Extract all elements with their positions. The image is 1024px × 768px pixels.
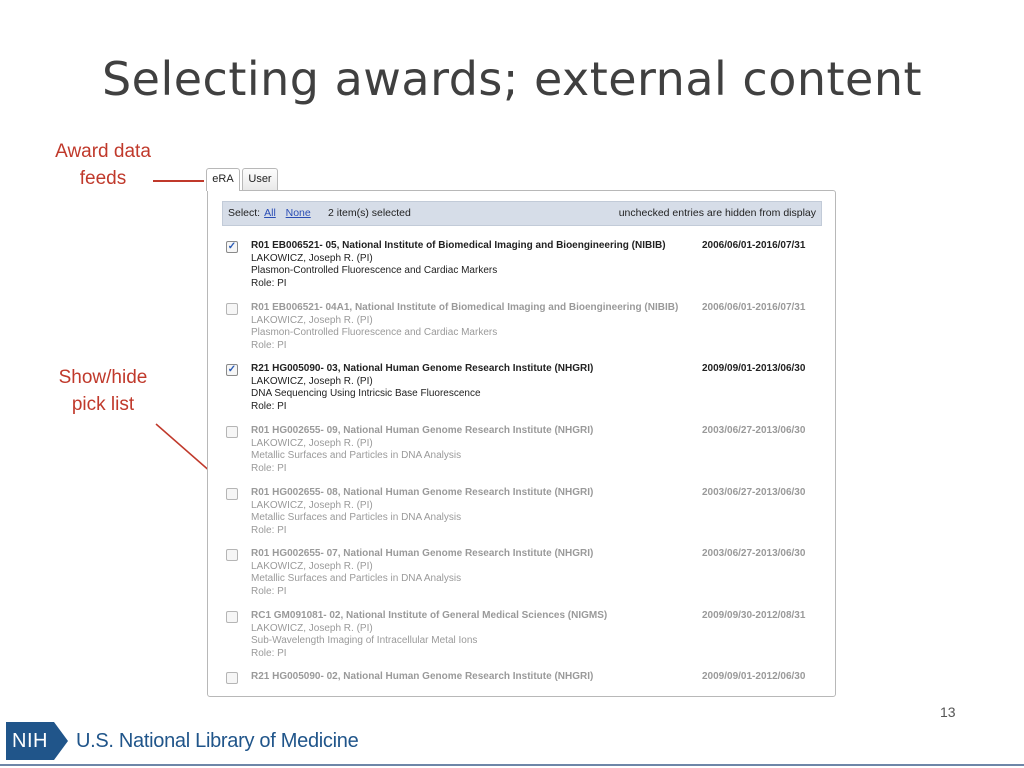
award-dates: 2006/06/01-2016/07/31 <box>702 302 806 313</box>
selected-count: 2 item(s) selected <box>328 207 411 219</box>
award-project: Sub-Wavelength Imaging of Intracellular … <box>251 635 478 646</box>
award-title: R21 HG005090- 03, National Human Genome … <box>251 363 594 374</box>
award-checkbox[interactable] <box>226 303 238 315</box>
nlm-logo: NIH U.S. National Library of Medicine <box>6 722 359 760</box>
award-panel: Select: All None 2 item(s) selected unche… <box>207 190 836 697</box>
nih-badge-arrow-icon <box>53 722 68 760</box>
award-checkbox[interactable] <box>226 549 238 561</box>
award-title: R01 HG002655- 08, National Human Genome … <box>251 487 594 498</box>
selection-toolbar: Select: All None 2 item(s) selected unche… <box>222 201 822 226</box>
award-project: Plasmon-Controlled Fluorescence and Card… <box>251 327 498 338</box>
tab-user[interactable]: User <box>242 168 278 190</box>
award-dates: 2003/06/27-2013/06/30 <box>702 425 806 436</box>
award-project: DNA Sequencing Using Intricsic Base Fluo… <box>251 388 481 399</box>
hidden-entries-note: unchecked entries are hidden from displa… <box>618 207 816 219</box>
award-checkbox[interactable] <box>226 488 238 500</box>
award-project: Plasmon-Controlled Fluorescence and Card… <box>251 265 498 276</box>
award-role: Role: PI <box>251 647 287 659</box>
award-title: R01 HG002655- 07, National Human Genome … <box>251 548 594 559</box>
award-person: LAKOWICZ, Joseph R. (PI) <box>251 252 373 264</box>
select-controls: Select: All None <box>228 202 311 225</box>
award-dates: 2009/09/30-2012/08/31 <box>702 610 806 621</box>
award-title: R01 EB006521- 04A1, National Institute o… <box>251 302 679 313</box>
nih-badge: NIH <box>6 722 54 760</box>
award-role: Role: PI <box>251 400 287 412</box>
callout-line: Show/hide <box>58 367 148 388</box>
award-title: R21 HG005090- 02, National Human Genome … <box>251 671 594 682</box>
callout-line: pick list <box>71 394 135 415</box>
award-project: Metallic Surfaces and Particles in DNA A… <box>251 573 462 584</box>
slide-title: Selecting awards; external content <box>101 52 923 106</box>
callout-line: Award data <box>55 141 151 162</box>
callout-line: feeds <box>79 168 127 189</box>
award-role: Role: PI <box>251 524 287 536</box>
award-title: RC1 GM091081- 02, National Institute of … <box>251 610 608 621</box>
award-dates: 2009/09/01-2013/06/30 <box>702 363 806 374</box>
callout-show-hide-pick-list: Show/hide pick list <box>40 364 166 418</box>
award-title: R01 HG002655- 09, National Human Genome … <box>251 425 594 436</box>
award-person: LAKOWICZ, Joseph R. (PI) <box>251 499 373 511</box>
award-dates: 2009/09/01-2012/06/30 <box>702 671 806 682</box>
select-label: Select: <box>228 207 261 219</box>
library-name: U.S. National Library of Medicine <box>75 729 359 752</box>
award-project: Metallic Surfaces and Particles in DNA A… <box>251 512 462 523</box>
award-checkbox[interactable]: ✓ <box>226 364 238 376</box>
footer-divider <box>0 764 1024 766</box>
award-role: Role: PI <box>251 277 287 289</box>
award-checkbox[interactable] <box>226 611 238 623</box>
page-number: 13 <box>940 704 956 720</box>
callout-award-data-feeds: Award data feeds <box>40 138 166 192</box>
award-role: Role: PI <box>251 585 287 597</box>
tab-era[interactable]: eRA <box>206 168 240 191</box>
select-none-link[interactable]: None <box>286 207 311 219</box>
award-person: LAKOWICZ, Joseph R. (PI) <box>251 314 373 326</box>
award-dates: 2006/06/01-2016/07/31 <box>702 240 806 251</box>
award-title: R01 EB006521- 05, National Institute of … <box>251 240 666 251</box>
award-project: Metallic Surfaces and Particles in DNA A… <box>251 450 462 461</box>
award-person: LAKOWICZ, Joseph R. (PI) <box>251 375 373 387</box>
award-role: Role: PI <box>251 462 287 474</box>
award-checkbox[interactable] <box>226 672 238 684</box>
award-dates: 2003/06/27-2013/06/30 <box>702 548 806 559</box>
award-checkbox[interactable]: ✓ <box>226 241 238 253</box>
award-person: LAKOWICZ, Joseph R. (PI) <box>251 437 373 449</box>
award-role: Role: PI <box>251 339 287 351</box>
award-person: LAKOWICZ, Joseph R. (PI) <box>251 622 373 634</box>
award-checkbox[interactable] <box>226 426 238 438</box>
award-dates: 2003/06/27-2013/06/30 <box>702 487 806 498</box>
select-all-link[interactable]: All <box>264 207 276 219</box>
award-person: LAKOWICZ, Joseph R. (PI) <box>251 560 373 572</box>
